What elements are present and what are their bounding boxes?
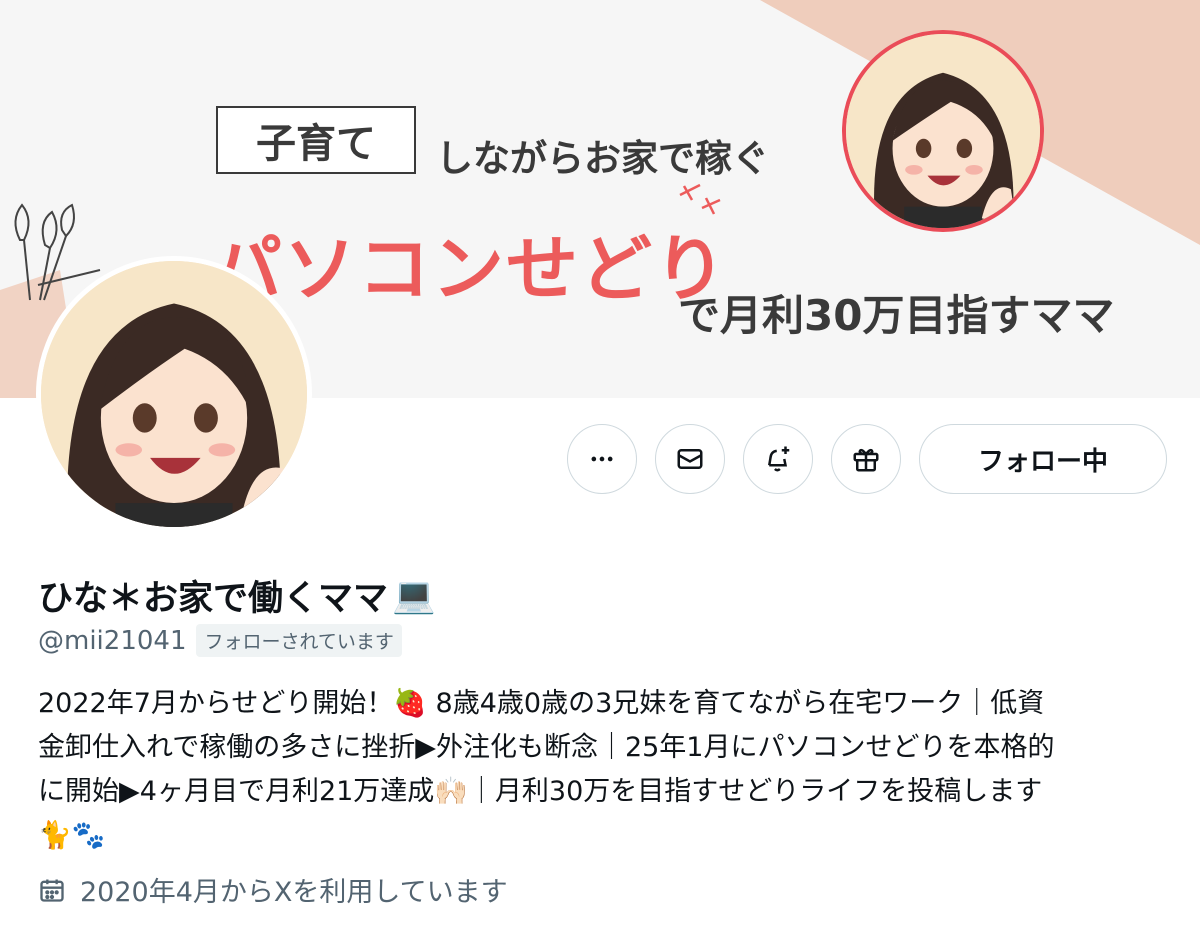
banner-headline: パソコンせどり — [210, 227, 729, 311]
notifications-button[interactable] — [743, 424, 813, 494]
banner-avatar-illustration — [842, 30, 1044, 232]
username-handle: @mii21041 — [38, 625, 187, 656]
bio-line: に開始▶︎4ヶ月目で月利21万達成🙌🏻｜月利30万を目指すせどりライフを投稿しま… — [38, 776, 1043, 807]
gift-button[interactable] — [831, 424, 901, 494]
bio-line: 金卸仕入れで稼働の多さに挫折▶︎外注化も断念｜25年1月にパソコンせどりを本格的 — [38, 732, 1055, 763]
joined-text: 2020年4月からXを利用しています — [80, 877, 508, 908]
more-horizontal-icon — [591, 456, 613, 462]
envelope-icon — [677, 449, 703, 469]
bell-plus-icon — [768, 446, 790, 472]
calendar-icon — [40, 879, 64, 902]
banner-tag: 子育て — [216, 106, 416, 174]
profile-bio: 2022年7月からせどり開始！🍓 8歳4歳0歳の3兄妹を育てながら在宅ワーク｜低… — [38, 682, 1158, 858]
follows-you-badge: フォローされています — [196, 624, 402, 657]
bio-line: 2022年7月からせどり開始！🍓 8歳4歳0歳の3兄妹を育てながら在宅ワーク｜低… — [38, 688, 1045, 719]
handle-row: @mii21041 フォローされています — [38, 624, 402, 657]
laptop-emoji: 💻 — [392, 576, 436, 616]
following-button[interactable]: フォロー中 — [919, 424, 1167, 494]
profile-avatar[interactable] — [36, 256, 312, 532]
message-button[interactable] — [655, 424, 725, 494]
joined-date: 2020年4月からXを利用しています — [38, 870, 508, 909]
more-button[interactable] — [567, 424, 637, 494]
banner-text-line1: しながらお家で稼ぐ — [436, 137, 769, 180]
display-name-text: ひな＊お家で働くママ — [38, 579, 389, 619]
display-name: ひな＊お家で働くママ 💻 — [38, 570, 436, 621]
banner-text-line3: で月利30万目指すママ — [678, 291, 1115, 340]
bio-line: 🐈🐾 — [38, 820, 106, 851]
gift-icon — [853, 448, 879, 472]
